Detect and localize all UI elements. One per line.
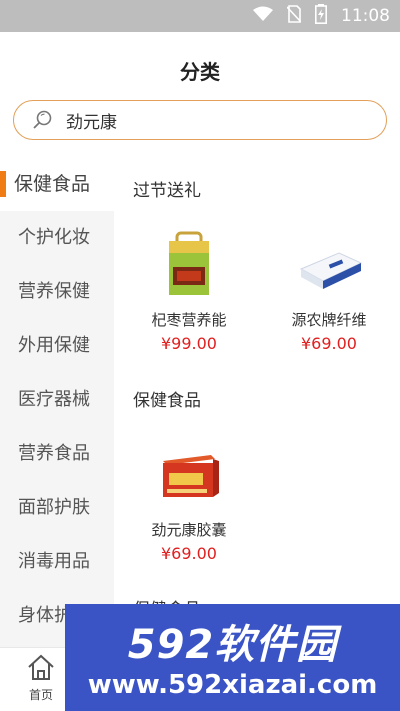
product-image-gift-box <box>149 229 229 299</box>
product-image-white-box <box>289 229 369 299</box>
search-icon <box>32 109 54 131</box>
no-sim-icon <box>286 5 302 27</box>
watermark-url: www.592xiazai.com <box>87 670 378 700</box>
watermark-logo: 592软件园 <box>127 622 338 668</box>
sidebar-item-nutrition-health[interactable]: 营养保健 <box>0 265 114 319</box>
search-input[interactable]: 劲元康 <box>13 100 387 140</box>
nav-home[interactable]: 首页 <box>18 652 64 703</box>
sidebar-item-nutrition-food[interactable]: 营养食品 <box>0 427 114 481</box>
battery-charging-icon <box>315 4 327 28</box>
product-price: ¥69.00 <box>161 544 217 563</box>
sidebar-item-personal-care[interactable]: 个护化妆 <box>0 211 114 265</box>
status-bar: 11:08 <box>0 0 400 32</box>
product-name: 源农牌纤维 <box>291 311 367 329</box>
section-title: 保健食品 <box>133 391 201 411</box>
product-card[interactable]: 源农牌纤维 ¥69.00 <box>264 229 394 353</box>
sidebar-item-medical-devices[interactable]: 医疗器械 <box>0 373 114 427</box>
sidebar-item-health-food[interactable]: 保健食品 <box>0 157 114 211</box>
product-card[interactable]: 劲元康胶囊 ¥69.00 <box>124 439 254 563</box>
status-time: 11:08 <box>341 6 390 26</box>
product-image-red-box <box>149 439 229 509</box>
search-value: 劲元康 <box>66 112 117 133</box>
product-price: ¥99.00 <box>161 334 217 353</box>
product-name: 劲元康胶囊 <box>151 521 227 539</box>
product-panel: 过节送礼 杞枣营养能 ¥99.00 源农牌纤维 ¥69.00 保健食品 劲元康胶… <box>114 157 400 647</box>
product-name: 杞枣营养能 <box>151 311 227 329</box>
wifi-icon <box>253 6 273 26</box>
watermark: 592软件园 www.592xiazai.com <box>65 604 400 711</box>
product-card[interactable]: 杞枣营养能 ¥99.00 <box>124 229 254 353</box>
nav-home-label: 首页 <box>28 688 53 702</box>
page-title: 分类 <box>180 60 220 84</box>
app-screen: 11:08 分类 劲元康 保健食品 个护化妆 营养保健 外用保健 医疗器械 营养… <box>0 0 400 711</box>
home-icon <box>26 654 56 686</box>
section-title: 过节送礼 <box>133 181 201 201</box>
sidebar-item-external-health[interactable]: 外用保健 <box>0 319 114 373</box>
sidebar-item-disinfection[interactable]: 消毒用品 <box>0 535 114 589</box>
sidebar-item-facial-care[interactable]: 面部护肤 <box>0 481 114 535</box>
product-price: ¥69.00 <box>301 334 357 353</box>
category-sidebar: 保健食品 个护化妆 营养保健 外用保健 医疗器械 营养食品 面部护肤 消毒用品 … <box>0 157 114 647</box>
